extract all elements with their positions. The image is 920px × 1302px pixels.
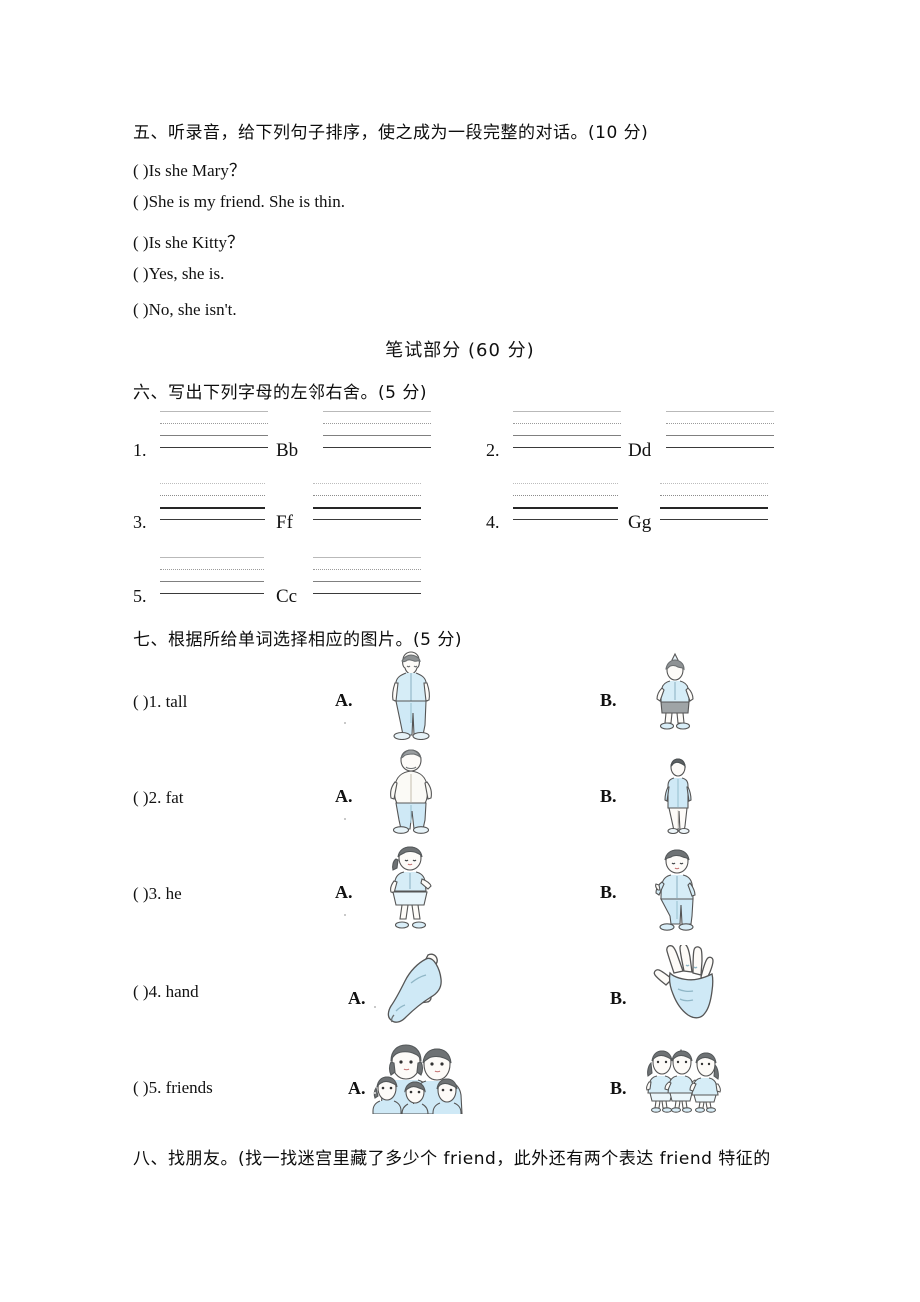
scan-speck (344, 914, 346, 916)
option-a-label[interactable]: A. (335, 882, 353, 903)
letter-label: Gg (628, 512, 652, 533)
list-item: ( )Yes, she is. (133, 264, 224, 284)
section-8-heading: 八、找朋友。(找一找迷宫里藏了多少个 friend，此外还有两个表达 frien… (133, 1149, 771, 1169)
exam-paper-page: 五、听录音，给下列句子排序，使之成为一段完整的对话。(10 分) ( )Is s… (0, 0, 920, 1302)
list-item: ( )Is she Kitty？ (133, 228, 244, 253)
short-boy-figure-icon[interactable] (652, 652, 698, 730)
list-item: ( )1. tall (133, 692, 187, 712)
fat-man-figure-icon[interactable] (382, 748, 440, 834)
tall-man-figure-icon[interactable] (383, 648, 439, 740)
option-b-label[interactable]: B. (600, 786, 617, 807)
boy-figure-icon[interactable] (650, 848, 702, 932)
three-girl-friends-icon[interactable] (645, 1046, 725, 1114)
option-a-label[interactable]: A. (335, 690, 353, 711)
option-a-label[interactable]: A. (348, 1078, 366, 1099)
answer-blank-parentheses[interactable]: ( ) (133, 788, 149, 807)
list-item-text: She is my friend. She is thin. (148, 192, 346, 211)
family-group-photo-icon[interactable] (372, 1042, 464, 1114)
thin-man-figure-icon[interactable] (660, 756, 696, 834)
hand-illustration-icon[interactable] (650, 945, 718, 1027)
letter-label: Bb (276, 440, 299, 461)
list-item: ( )4. hand (133, 982, 199, 1002)
option-a-label[interactable]: A. (348, 988, 366, 1009)
section-5-heading: 五、听录音，给下列句子排序，使之成为一段完整的对话。(10 分) (133, 123, 649, 143)
list-item-text: 5. friends (148, 1078, 213, 1097)
list-item: ( )She is my friend. She is thin. (133, 192, 345, 212)
answer-blank-parentheses[interactable]: ( ) (133, 233, 149, 252)
scan-speck (374, 1092, 376, 1094)
list-item: ( )No, she isn't. (133, 300, 237, 320)
option-a-label[interactable]: A. (335, 786, 353, 807)
girl-figure-icon[interactable] (382, 845, 436, 931)
list-item: ( )Is she Mary？ (133, 156, 246, 181)
option-b-label[interactable]: B. (600, 882, 617, 903)
item-number: 2. (486, 440, 500, 460)
list-item-text: 1. tall (148, 692, 188, 711)
list-item: ( )2. fat (133, 788, 184, 808)
answer-blank-parentheses[interactable]: ( ) (133, 982, 149, 1001)
letter-label: Cc (276, 586, 298, 607)
section-6-heading: 六、写出下列字母的左邻右舍。(5 分) (133, 383, 427, 403)
option-b-label[interactable]: B. (600, 690, 617, 711)
list-item-text: Yes, she is. (148, 264, 225, 283)
scan-speck (374, 1006, 376, 1008)
answer-blank-parentheses[interactable]: ( ) (133, 692, 149, 711)
item-number: 5. (133, 586, 147, 606)
item-number: 4. (486, 512, 500, 532)
option-b-label[interactable]: B. (610, 1078, 627, 1099)
letter-label: Dd (628, 440, 652, 461)
list-item-text: 3. he (148, 884, 182, 903)
list-item: ( )3. he (133, 884, 182, 904)
scan-speck (344, 722, 346, 724)
option-b-label[interactable]: B. (610, 988, 627, 1009)
foot-illustration-icon[interactable] (382, 945, 444, 1027)
list-item-text: Is she Mary？ (148, 161, 246, 180)
answer-blank-parentheses[interactable]: ( ) (133, 300, 149, 319)
written-part-heading: 笔试部分 (60 分) (385, 340, 535, 361)
answer-blank-parentheses[interactable]: ( ) (133, 161, 149, 180)
answer-blank-parentheses[interactable]: ( ) (133, 1078, 149, 1097)
answer-blank-parentheses[interactable]: ( ) (133, 884, 149, 903)
list-item-text: No, she isn't. (148, 300, 237, 319)
letter-label: Ff (276, 512, 293, 533)
answer-blank-parentheses[interactable]: ( ) (133, 192, 149, 211)
item-number: 3. (133, 512, 147, 532)
section-7-heading: 七、根据所给单词选择相应的图片。(5 分) (133, 630, 462, 650)
list-item-text: 4. hand (148, 982, 199, 1001)
list-item: ( )5. friends (133, 1078, 213, 1098)
list-item-text: Is she Kitty？ (148, 233, 244, 252)
answer-blank-parentheses[interactable]: ( ) (133, 264, 149, 283)
list-item-text: 2. fat (148, 788, 184, 807)
scan-speck (344, 818, 346, 820)
item-number: 1. (133, 440, 147, 460)
